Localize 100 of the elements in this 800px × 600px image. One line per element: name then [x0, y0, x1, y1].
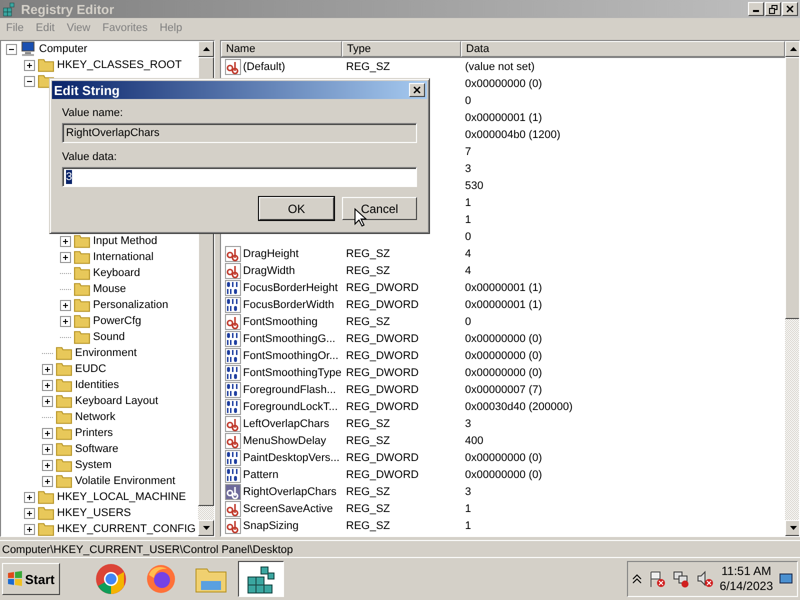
table-cell: 3 — [465, 486, 472, 498]
start-button[interactable]: Start — [2, 563, 60, 595]
speaker-icon[interactable] — [696, 570, 714, 588]
table-cell: 0x00030d40 (200000) — [465, 400, 573, 412]
tree-item[interactable]: PowerCfg — [93, 315, 142, 327]
tree-item[interactable]: Computer — [39, 43, 88, 55]
tree-item[interactable]: Sound — [93, 331, 125, 343]
expander-icon[interactable] — [60, 300, 71, 310]
table-cell: REG_DWORD — [346, 400, 419, 412]
table-cell: REG_DWORD — [346, 298, 419, 310]
expander-icon[interactable] — [42, 444, 53, 454]
tree-item[interactable]: System — [75, 459, 112, 471]
table-cell: 0x00000000 (0) — [465, 366, 542, 378]
expander-icon[interactable] — [24, 492, 35, 502]
expander-icon[interactable] — [24, 76, 35, 86]
table-cell: FontSmoothingType — [243, 366, 342, 378]
windows-logo-icon — [7, 571, 23, 587]
table-cell: DragWidth — [243, 264, 295, 276]
tree-item[interactable]: Input Method — [93, 235, 158, 247]
folder-icon — [56, 378, 72, 392]
tree-item[interactable]: Identities — [75, 379, 120, 391]
table-cell: 1 — [465, 196, 472, 208]
expander-icon[interactable] — [42, 380, 53, 390]
clock-date[interactable]: 6/14/2023 — [720, 579, 773, 594]
tree-item[interactable]: Software — [75, 443, 118, 455]
table-cell: REG_SZ — [346, 418, 390, 430]
expander-icon[interactable] — [42, 428, 53, 438]
expander-icon[interactable] — [60, 236, 71, 246]
chevron-up-icon[interactable] — [632, 574, 642, 584]
expander-icon[interactable] — [24, 524, 35, 534]
tree-item[interactable]: HKEY_CLASSES_ROOT — [57, 59, 182, 71]
table-cell: REG_DWORD — [346, 384, 419, 396]
table-cell: (Default) — [243, 60, 286, 72]
table-cell: FontSmoothingOr... — [243, 350, 338, 362]
table-cell: PaintDesktopVers... — [243, 452, 340, 464]
dialog-button[interactable]: OK — [259, 197, 334, 220]
table-cell: 4 — [465, 248, 472, 260]
table-cell: 0x00000001 (1) — [465, 282, 542, 294]
monitor-icon[interactable] — [779, 572, 793, 586]
tree-item[interactable]: Keyboard — [93, 267, 140, 279]
folder-icon — [74, 250, 90, 264]
close-button[interactable] — [409, 83, 425, 97]
dialog-button[interactable]: Cancel — [342, 197, 417, 220]
table-cell: 3 — [465, 162, 472, 174]
tree-item[interactable]: International — [93, 251, 154, 263]
column-header[interactable]: Name — [221, 41, 342, 57]
table-cell: Pattern — [243, 468, 278, 480]
tree-item[interactable]: Personalization — [93, 299, 168, 311]
expander-icon[interactable] — [42, 476, 53, 486]
table-cell: 0x00000000 (0) — [465, 468, 542, 480]
tree-item[interactable]: Environment — [75, 347, 137, 359]
expander-icon[interactable] — [60, 316, 71, 326]
expander-icon[interactable] — [60, 252, 71, 262]
scroll-up-icon — [202, 47, 210, 51]
flag-icon[interactable] — [648, 570, 666, 588]
value-data-field[interactable]: 3 — [62, 167, 417, 187]
table-cell: 530 — [465, 180, 484, 192]
tree-item[interactable]: Printers — [75, 427, 113, 439]
tree-item[interactable]: HKEY_LOCAL_MACHINE — [57, 491, 186, 503]
tree-item[interactable]: EUDC — [75, 363, 106, 375]
tree-item[interactable]: Volatile Environment — [75, 475, 176, 487]
window-title: Registry Editor — [21, 2, 114, 16]
expander-icon[interactable] — [24, 60, 35, 70]
expander-icon[interactable] — [42, 396, 53, 406]
scroll-down-icon — [202, 526, 210, 530]
folder-icon — [56, 346, 72, 360]
scrollbar-thumb[interactable] — [785, 57, 799, 319]
firefox-icon — [144, 563, 177, 595]
scrollbar-track[interactable] — [198, 506, 214, 520]
expander-icon[interactable] — [42, 460, 53, 470]
scrollbar[interactable] — [785, 41, 799, 536]
tree-item[interactable]: Mouse — [93, 283, 126, 295]
table-cell: 4 — [465, 264, 472, 276]
minimize-button[interactable] — [748, 2, 764, 16]
table-cell: 0 — [465, 316, 472, 328]
table-cell: FocusBorderHeight — [243, 282, 338, 294]
table-cell: REG_DWORD — [346, 282, 419, 294]
tree-item[interactable]: HKEY_CURRENT_CONFIG — [57, 523, 196, 535]
table-cell: 0x00000000 (0) — [465, 332, 542, 344]
tree-item[interactable]: Keyboard Layout — [75, 395, 158, 407]
taskbar-app-button[interactable] — [238, 561, 284, 597]
network-icon[interactable] — [672, 570, 690, 588]
expander-icon[interactable] — [6, 44, 17, 54]
tree-item[interactable]: Network — [75, 411, 116, 423]
status-bar-path: Computer\HKEY_CURRENT_USER\Control Panel\Desktop — [2, 544, 293, 556]
close-button[interactable] — [782, 2, 798, 16]
folder-icon — [56, 362, 72, 376]
tree-item[interactable]: HKEY_USERS — [57, 507, 131, 519]
folder-icon — [56, 442, 72, 456]
column-header[interactable]: Data — [461, 41, 785, 57]
restore-button[interactable] — [765, 2, 781, 16]
table-cell: 0x00000000 (0) — [465, 350, 542, 362]
clock-time[interactable]: 11:51 AM — [721, 564, 772, 579]
expander-icon[interactable] — [24, 508, 35, 518]
value-name-field: RightOverlapChars — [62, 123, 417, 143]
column-header[interactable]: Type — [342, 41, 461, 57]
table-cell: 7 — [465, 146, 472, 158]
expander-icon[interactable] — [42, 364, 53, 374]
table-cell: REG_SZ — [346, 316, 390, 328]
close-icon — [413, 86, 421, 94]
